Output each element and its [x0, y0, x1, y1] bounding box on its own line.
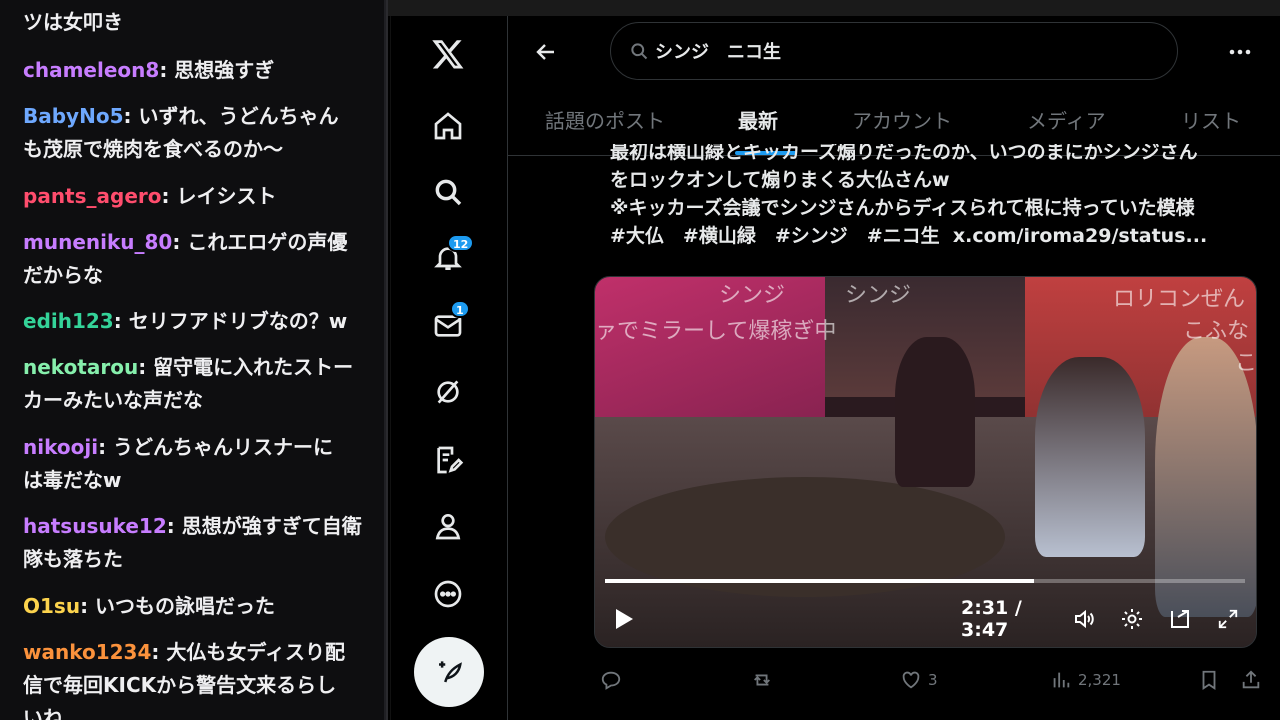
tweet-hashtags[interactable]: #大仏 #横山緑 #シンジ #ニコ生	[610, 225, 940, 247]
heart-icon	[902, 671, 920, 689]
chat-username[interactable]: nikooji	[23, 435, 98, 459]
chat-text: ツは女叩き	[23, 10, 123, 34]
search-icon[interactable]	[418, 166, 478, 218]
share-icon[interactable]	[1240, 662, 1268, 698]
tweet-hashtags-line: #大仏 #横山緑 #シンジ #ニコ生 x.com/iroma29/status.…	[610, 222, 1250, 250]
chat-message: hatsusuke12: 思想が強すぎて自衛 隊も落ちた	[23, 510, 368, 576]
settings-gear-icon[interactable]	[1117, 597, 1147, 641]
search-input[interactable]: シンジ ニコ生	[655, 38, 781, 64]
chat-username[interactable]: BabyNo5	[23, 104, 124, 128]
volume-icon[interactable]	[1069, 597, 1099, 641]
chat-username[interactable]: nekotarou	[23, 355, 138, 379]
chat-text: 隊も落ちた	[23, 547, 123, 571]
chat-text: だからな	[23, 263, 103, 287]
messages-badge: 1	[450, 300, 470, 318]
chat-text: カーみたいな声だな	[23, 388, 203, 412]
chat-username[interactable]: chameleon8	[23, 58, 159, 82]
picture-in-picture-icon[interactable]	[1165, 597, 1195, 641]
bell-icon[interactable]: 12	[418, 232, 478, 284]
chat-username[interactable]: pants_agero	[23, 184, 162, 208]
chat-text: : 大仏も女ディスり配	[151, 640, 345, 664]
video-scene	[1155, 337, 1256, 617]
view-count: 2,321	[1078, 671, 1121, 689]
search-bar[interactable]: シンジ ニコ生	[610, 22, 1178, 80]
main-column: シンジ ニコ生 話題のポスト 最新 アカウント メディア リスト 最初は横山緑と…	[507, 16, 1280, 720]
chat-text: いね	[23, 706, 63, 720]
video-caption: シンジ	[845, 283, 912, 308]
repost-icon[interactable]	[750, 662, 780, 698]
search-icon	[631, 43, 648, 60]
views-chart-icon	[1053, 672, 1070, 688]
video-caption: ァでミラーして爆稼ぎ中	[595, 319, 837, 344]
chat-text: : レイシスト	[161, 184, 277, 208]
chat-username[interactable]: hatsusuke12	[23, 514, 167, 538]
chat-text: : 思想強すぎ	[159, 58, 275, 82]
chat-username[interactable]: wanko1234	[23, 640, 151, 664]
chat-text: も茂原で焼肉を食べるのか〜	[23, 137, 283, 161]
tweet-text-line: 最初は横山緑とキッカーズ煽りだったのか、いつのまにかシンジさん	[610, 144, 1198, 163]
video-time: 2:31 / 3:47	[961, 597, 1022, 641]
views-button[interactable]: 2,321	[1050, 662, 1121, 698]
like-button[interactable]: 3	[900, 662, 938, 698]
chat-message: ツは女叩き	[23, 6, 368, 39]
chat-text: 信で毎回KICKから警告文来るらし	[23, 673, 337, 697]
chat-username[interactable]: edih123	[23, 309, 114, 333]
lists-icon[interactable]	[418, 434, 478, 486]
video-player[interactable]: シンジ シンジ ロリコンぜん ァでミラーして爆稼ぎ中 こふな こ 2:31 / …	[594, 276, 1257, 648]
chat-text: : これエロゲの声優	[172, 230, 348, 254]
x-logo-icon[interactable]	[418, 28, 478, 80]
nav-rail: 12 1	[390, 16, 506, 720]
chat-message: nikooji: うどんちゃんリスナーに は毒だなw	[23, 431, 368, 497]
chat-message: chameleon8: 思想強すぎ	[23, 54, 368, 87]
tweet-body: 最初は横山緑とキッカーズ煽りだったのか、いつのまにかシンジさん をロックオンして…	[610, 144, 1250, 258]
chat-text: は毒だなw	[23, 468, 122, 492]
tweet-link[interactable]: x.com/iroma29/status...	[953, 225, 1207, 247]
chat-message: muneniku_80: これエロゲの声優 だからな	[23, 226, 368, 292]
bookmark-icon[interactable]	[1198, 662, 1226, 698]
video-caption: こふな	[1183, 319, 1250, 344]
chat-text: : 思想が強すぎて自衛	[166, 514, 362, 538]
chat-text: : うどんちゃんリスナーに	[98, 435, 334, 459]
profile-icon[interactable]	[418, 500, 478, 552]
chat-text: : 留守電に入れたストー	[138, 355, 354, 379]
video-scene	[895, 337, 975, 487]
more-circle-icon[interactable]	[418, 568, 478, 620]
chat-message: pants_agero: レイシスト	[23, 180, 368, 213]
notifications-badge: 12	[447, 234, 475, 252]
back-arrow-icon[interactable]	[528, 34, 564, 70]
chat-message: nekotarou: 留守電に入れたストー カーみたいな声だな	[23, 351, 368, 417]
play-icon[interactable]	[609, 597, 639, 641]
tweet-text-line: ※キッカーズ会議でシンジさんからディスられて根に持っていた模様	[610, 197, 1195, 219]
fullscreen-icon[interactable]	[1213, 597, 1243, 641]
chat-message: O1su: いつもの詠唱だった	[23, 590, 368, 623]
chat-message: BabyNo5: いずれ、うどんちゃん も茂原で焼肉を食べるのか〜	[23, 100, 368, 166]
compose-post-button[interactable]	[414, 637, 484, 707]
video-scene	[1035, 357, 1145, 557]
video-caption: シンジ	[719, 283, 786, 308]
video-progress-bar[interactable]	[605, 579, 1245, 583]
grok-icon[interactable]	[418, 366, 478, 418]
like-count: 3	[928, 671, 938, 689]
chat-message: wanko1234: 大仏も女ディスり配 信で毎回KICKから警告文来るらし い…	[23, 636, 368, 720]
more-options-icon[interactable]	[1220, 34, 1260, 70]
chat-message: edih123: セリフアドリブなの？w	[23, 305, 368, 338]
window-top-strip	[388, 0, 1280, 16]
tweet-text-line: をロックオンして煽りまくる大仏さんw	[610, 169, 950, 191]
reply-icon[interactable]	[600, 662, 628, 698]
home-icon[interactable]	[418, 100, 478, 152]
video-controls: 2:31 / 3:47	[595, 597, 1256, 647]
tweet-actions: 3 2,321	[594, 662, 1264, 698]
mail-icon[interactable]: 1	[418, 300, 478, 352]
chat-scrollbar[interactable]	[384, 0, 386, 720]
chat-username[interactable]: muneniku_80	[23, 230, 172, 254]
chat-text: : いずれ、うどんちゃん	[123, 104, 339, 128]
chat-text: : いつもの詠唱だった	[80, 594, 276, 618]
video-caption: こ	[1235, 351, 1257, 376]
chat-text: : セリフアドリブなの？w	[113, 309, 348, 333]
chat-username[interactable]: O1su	[23, 594, 80, 618]
chat-panel: ツは女叩き chameleon8: 思想強すぎ BabyNo5: いずれ、うどん…	[0, 0, 388, 720]
video-progress-fill	[605, 579, 1034, 583]
video-caption: ロリコンぜん	[1113, 287, 1246, 312]
